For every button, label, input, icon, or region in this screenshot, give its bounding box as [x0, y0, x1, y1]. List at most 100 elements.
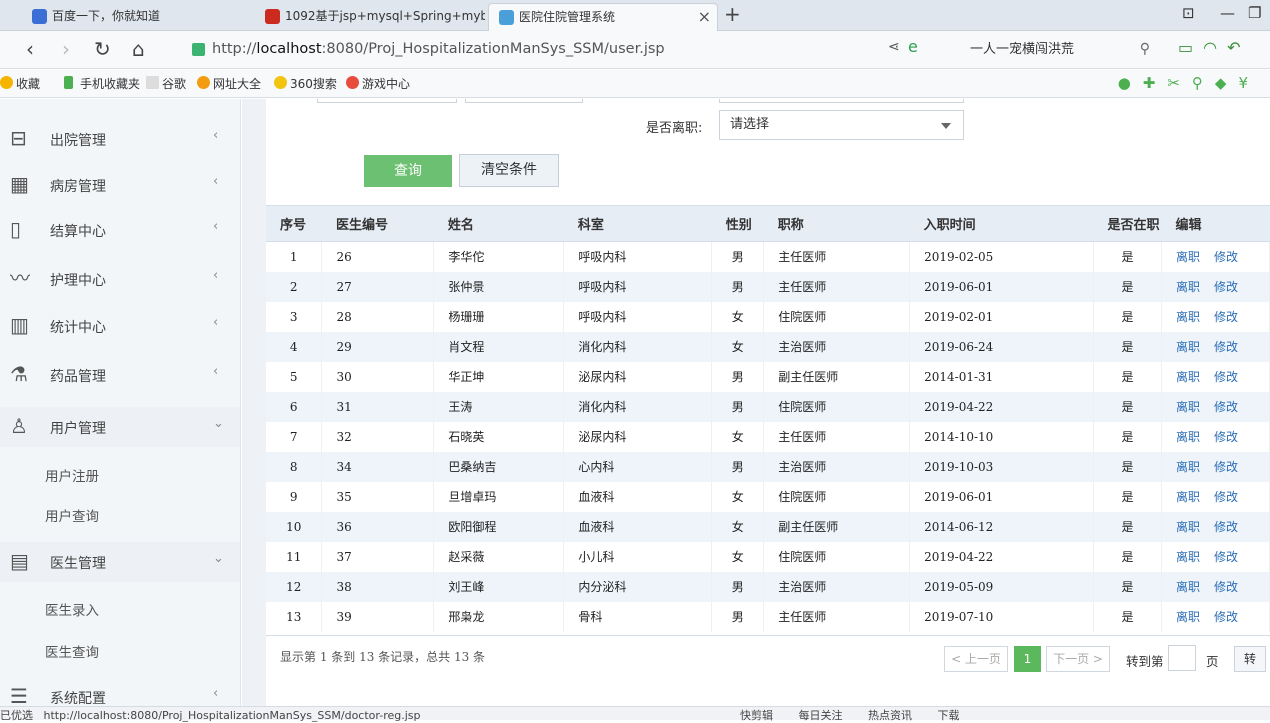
resign-link[interactable]: 离职: [1176, 250, 1200, 264]
table-cell: 女: [711, 541, 765, 572]
reload-icon[interactable]: ↻: [94, 37, 111, 61]
goto-page-input[interactable]: [1168, 645, 1196, 671]
download-link[interactable]: 下载: [938, 709, 960, 722]
sidebar-subitem-user-register[interactable]: 用户注册: [45, 465, 99, 485]
doctor-table: 序号 医生编号 姓名 科室 性别 职称 入职时间 是否在职 编辑 1 26 李华佗呼…: [266, 205, 1270, 632]
sidebar-item-system[interactable]: ☰ 系统配置 ‹: [0, 677, 240, 706]
table-cell: 消化内科: [563, 391, 713, 422]
table-header-row: 序号 医生编号 姓名 科室 性别 职称 入职时间 是否在职 编辑: [266, 205, 1270, 242]
ie-icon[interactable]: e: [908, 37, 918, 56]
bookmark-mobile[interactable]: 手机收藏夹: [64, 75, 140, 92]
table-row: 2 27 张仲景 呼吸内科男主任医师 2019-06-01 是离职 修改: [266, 271, 1270, 302]
browser-tab-project[interactable]: 1092基于jsp+mysql+Spring+mybatis: [255, 3, 485, 31]
resign-link[interactable]: 离职: [1176, 310, 1200, 324]
table-cell: 小儿科: [563, 541, 713, 572]
edit-link[interactable]: 修改: [1214, 250, 1238, 264]
next-page-button[interactable]: 下一页 >: [1046, 646, 1110, 672]
url-field[interactable]: http://localhost:8080/Proj_Hospitalizati…: [190, 36, 950, 63]
tab-label: 百度一下，你就知道: [52, 9, 161, 23]
flag-icon: [265, 9, 280, 24]
sidebar-subitem-user-query[interactable]: 用户查询: [45, 505, 99, 525]
sidebar-item-nursing[interactable]: 〰 护理中心 ‹: [0, 259, 240, 299]
bookmark-favorites[interactable]: 收藏: [0, 75, 40, 92]
home-icon[interactable]: ⌂: [132, 37, 145, 61]
resign-link[interactable]: 离职: [1176, 280, 1200, 294]
browser-tab-hospital[interactable]: 医院住院管理系统 ×: [488, 3, 718, 31]
filter-field-partial[interactable]: [465, 99, 583, 103]
goto-button[interactable]: 转: [1234, 646, 1266, 672]
sidebar-subitem-doctor-query[interactable]: 医生查询: [45, 641, 99, 661]
resign-link[interactable]: 离职: [1176, 370, 1200, 384]
table-cell: 主任医师: [763, 601, 911, 632]
current-page-button[interactable]: 1: [1014, 646, 1041, 672]
extension-icons[interactable]: ●✚✂⚲◆¥: [1118, 74, 1260, 92]
minimize-icon[interactable]: —: [1220, 4, 1235, 22]
hot-news-link[interactable]: 热点资讯: [868, 709, 912, 722]
daily-focus-link[interactable]: 每日关注: [799, 709, 843, 722]
edit-link[interactable]: 修改: [1214, 310, 1238, 324]
sidebar-item-statistics[interactable]: ▥ 统计中心 ‹: [0, 306, 240, 346]
resign-link[interactable]: 离职: [1176, 490, 1200, 504]
table-cell: 是: [1093, 541, 1162, 572]
bookmark-nav[interactable]: 网址大全: [197, 75, 261, 92]
resign-link[interactable]: 离职: [1176, 520, 1200, 534]
resign-select[interactable]: 请选择: [719, 110, 964, 140]
new-tab-icon[interactable]: +: [724, 2, 741, 26]
quick-edit-link[interactable]: 快剪辑: [740, 709, 773, 722]
edit-link[interactable]: 修改: [1214, 580, 1238, 594]
prev-page-button[interactable]: < 上一页: [944, 646, 1008, 672]
table-cell: 是: [1093, 301, 1162, 332]
browser-tab-baidu[interactable]: 百度一下，你就知道: [22, 3, 252, 31]
sidebar-item-users[interactable]: ♙ 用户管理 ⌄: [0, 407, 240, 447]
sidebar-subitem-doctor-entry[interactable]: 医生录入: [45, 599, 99, 619]
shirt-icon[interactable]: ⊡: [1182, 4, 1195, 22]
table-cell: 住院医师: [763, 301, 911, 332]
tab-label: 1092基于jsp+mysql+Spring+mybatis: [285, 9, 485, 23]
resign-link[interactable]: 离职: [1176, 460, 1200, 474]
table-cell: 2019-02-05: [909, 241, 1095, 272]
table-row: 1 26 李华佗 呼吸内科男主任医师 2019-02-05 是离职 修改: [266, 241, 1270, 272]
edit-link[interactable]: 修改: [1214, 280, 1238, 294]
resign-link[interactable]: 离职: [1176, 610, 1200, 624]
table-cell: 27: [321, 271, 435, 302]
table-cell: 血液科: [563, 481, 713, 512]
resign-link[interactable]: 离职: [1176, 400, 1200, 414]
restore-icon[interactable]: ❐: [1248, 4, 1261, 22]
forward-icon[interactable]: ›: [62, 37, 70, 61]
bookmark-360[interactable]: 360搜索: [274, 75, 337, 92]
sidebar-item-ward[interactable]: ▦ 病房管理 ‹: [0, 165, 240, 205]
edit-link[interactable]: 修改: [1214, 460, 1238, 474]
edit-link[interactable]: 修改: [1214, 550, 1238, 564]
table-cell: 男: [711, 391, 765, 422]
sidebar-item-medicine[interactable]: ⚗ 药品管理 ‹: [0, 355, 240, 395]
back-icon[interactable]: ‹: [26, 37, 34, 61]
table-cell: 12: [266, 571, 323, 602]
sidebar-item-discharge[interactable]: ⊟ 出院管理 ‹: [0, 119, 240, 159]
query-button[interactable]: 查询: [364, 155, 452, 187]
bookmark-google[interactable]: 谷歌: [146, 75, 186, 92]
edit-link[interactable]: 修改: [1214, 370, 1238, 384]
edit-link[interactable]: 修改: [1214, 490, 1238, 504]
edit-link[interactable]: 修改: [1214, 610, 1238, 624]
toolbar-icons[interactable]: ▭◠↶: [1178, 38, 1250, 57]
address-search-field[interactable]: 一人一宠横闯洪荒 ⚲: [970, 36, 1160, 63]
resign-link[interactable]: 离职: [1176, 430, 1200, 444]
clear-filters-button[interactable]: 清空条件: [459, 154, 559, 187]
share-icon[interactable]: ⋖: [888, 39, 900, 55]
edit-link[interactable]: 修改: [1214, 340, 1238, 354]
filter-field-partial[interactable]: [317, 99, 457, 103]
sidebar-item-settlement[interactable]: ▯ 结算中心 ‹: [0, 210, 240, 250]
edit-link[interactable]: 修改: [1214, 430, 1238, 444]
bookmark-label: 游戏中心: [362, 77, 411, 91]
filter-field-partial[interactable]: [719, 99, 964, 103]
column-header: 科室: [563, 205, 712, 242]
edit-link[interactable]: 修改: [1214, 520, 1238, 534]
resign-link[interactable]: 离职: [1176, 580, 1200, 594]
search-icon[interactable]: ⚲: [1140, 36, 1150, 63]
edit-link[interactable]: 修改: [1214, 400, 1238, 414]
close-tab-icon[interactable]: ×: [698, 4, 711, 30]
bookmark-games[interactable]: 游戏中心: [346, 75, 410, 92]
sidebar-item-doctors[interactable]: ▤ 医生管理 ⌄: [0, 542, 240, 582]
resign-link[interactable]: 离职: [1176, 550, 1200, 564]
resign-link[interactable]: 离职: [1176, 340, 1200, 354]
